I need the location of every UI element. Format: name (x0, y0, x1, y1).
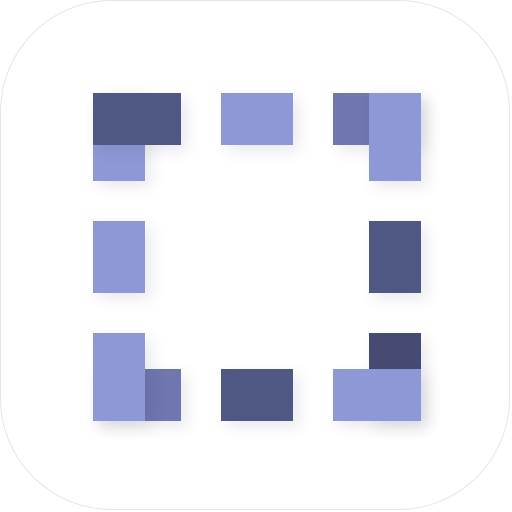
bottom-right-corner-horizontal-piece (333, 369, 421, 421)
top-edge-segment (221, 93, 293, 145)
bottom-left-corner-vertical-piece (93, 333, 145, 421)
right-edge-segment (369, 221, 421, 293)
app-icon-tile (0, 0, 510, 510)
top-left-corner-horizontal-piece (93, 93, 181, 145)
bottom-edge-segment (221, 369, 293, 421)
left-edge-segment (93, 221, 145, 293)
top-right-corner-vertical-piece (369, 93, 421, 181)
